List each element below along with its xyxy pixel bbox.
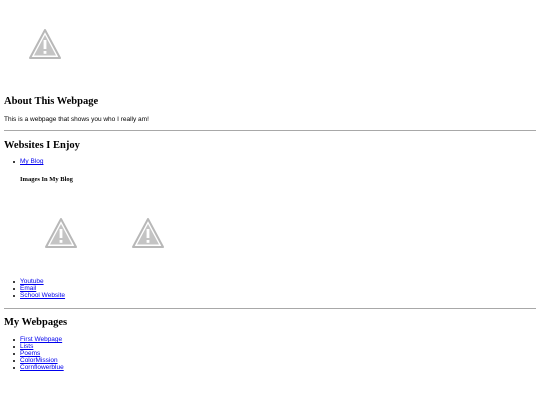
divider — [4, 308, 536, 309]
list-item: First Webpage — [4, 336, 64, 343]
link-youtube[interactable]: Youtube — [20, 278, 44, 285]
websites-list: My Blog — [4, 158, 43, 165]
list-item: Poems — [4, 350, 64, 357]
about-heading: About This Webpage — [4, 96, 99, 107]
list-item: My Blog — [4, 158, 43, 165]
link-colormission[interactable]: ColorMission — [20, 357, 58, 364]
more-websites-list: Youtube Email School Website — [4, 278, 65, 299]
link-email[interactable]: Email — [20, 285, 36, 292]
broken-image-icon — [29, 28, 61, 60]
list-item: Email — [4, 285, 65, 292]
link-school-website[interactable]: School Website — [20, 292, 65, 299]
link-my-blog[interactable]: My Blog — [20, 158, 43, 165]
link-cornflowerblue[interactable]: Cornflowerblue — [20, 364, 64, 371]
webpages-list: First Webpage Lists Poems ColorMission C… — [4, 336, 64, 371]
list-item: School Website — [4, 292, 65, 299]
list-item: Youtube — [4, 278, 65, 285]
link-poems[interactable]: Poems — [20, 350, 40, 357]
blog-images-heading: Images In My Blog — [20, 176, 73, 183]
list-item: ColorMission — [4, 357, 64, 364]
websites-heading: Websites I Enjoy — [4, 140, 80, 151]
list-item: Lists — [4, 343, 64, 350]
broken-image-icon — [45, 217, 77, 249]
about-text: This is a webpage that shows you who I r… — [4, 116, 149, 123]
list-item: Cornflowerblue — [4, 364, 64, 371]
divider — [4, 130, 536, 131]
broken-image-icon — [132, 217, 164, 249]
link-lists[interactable]: Lists — [20, 343, 33, 350]
link-first-webpage[interactable]: First Webpage — [20, 336, 62, 343]
webpages-heading: My Webpages — [4, 317, 68, 328]
